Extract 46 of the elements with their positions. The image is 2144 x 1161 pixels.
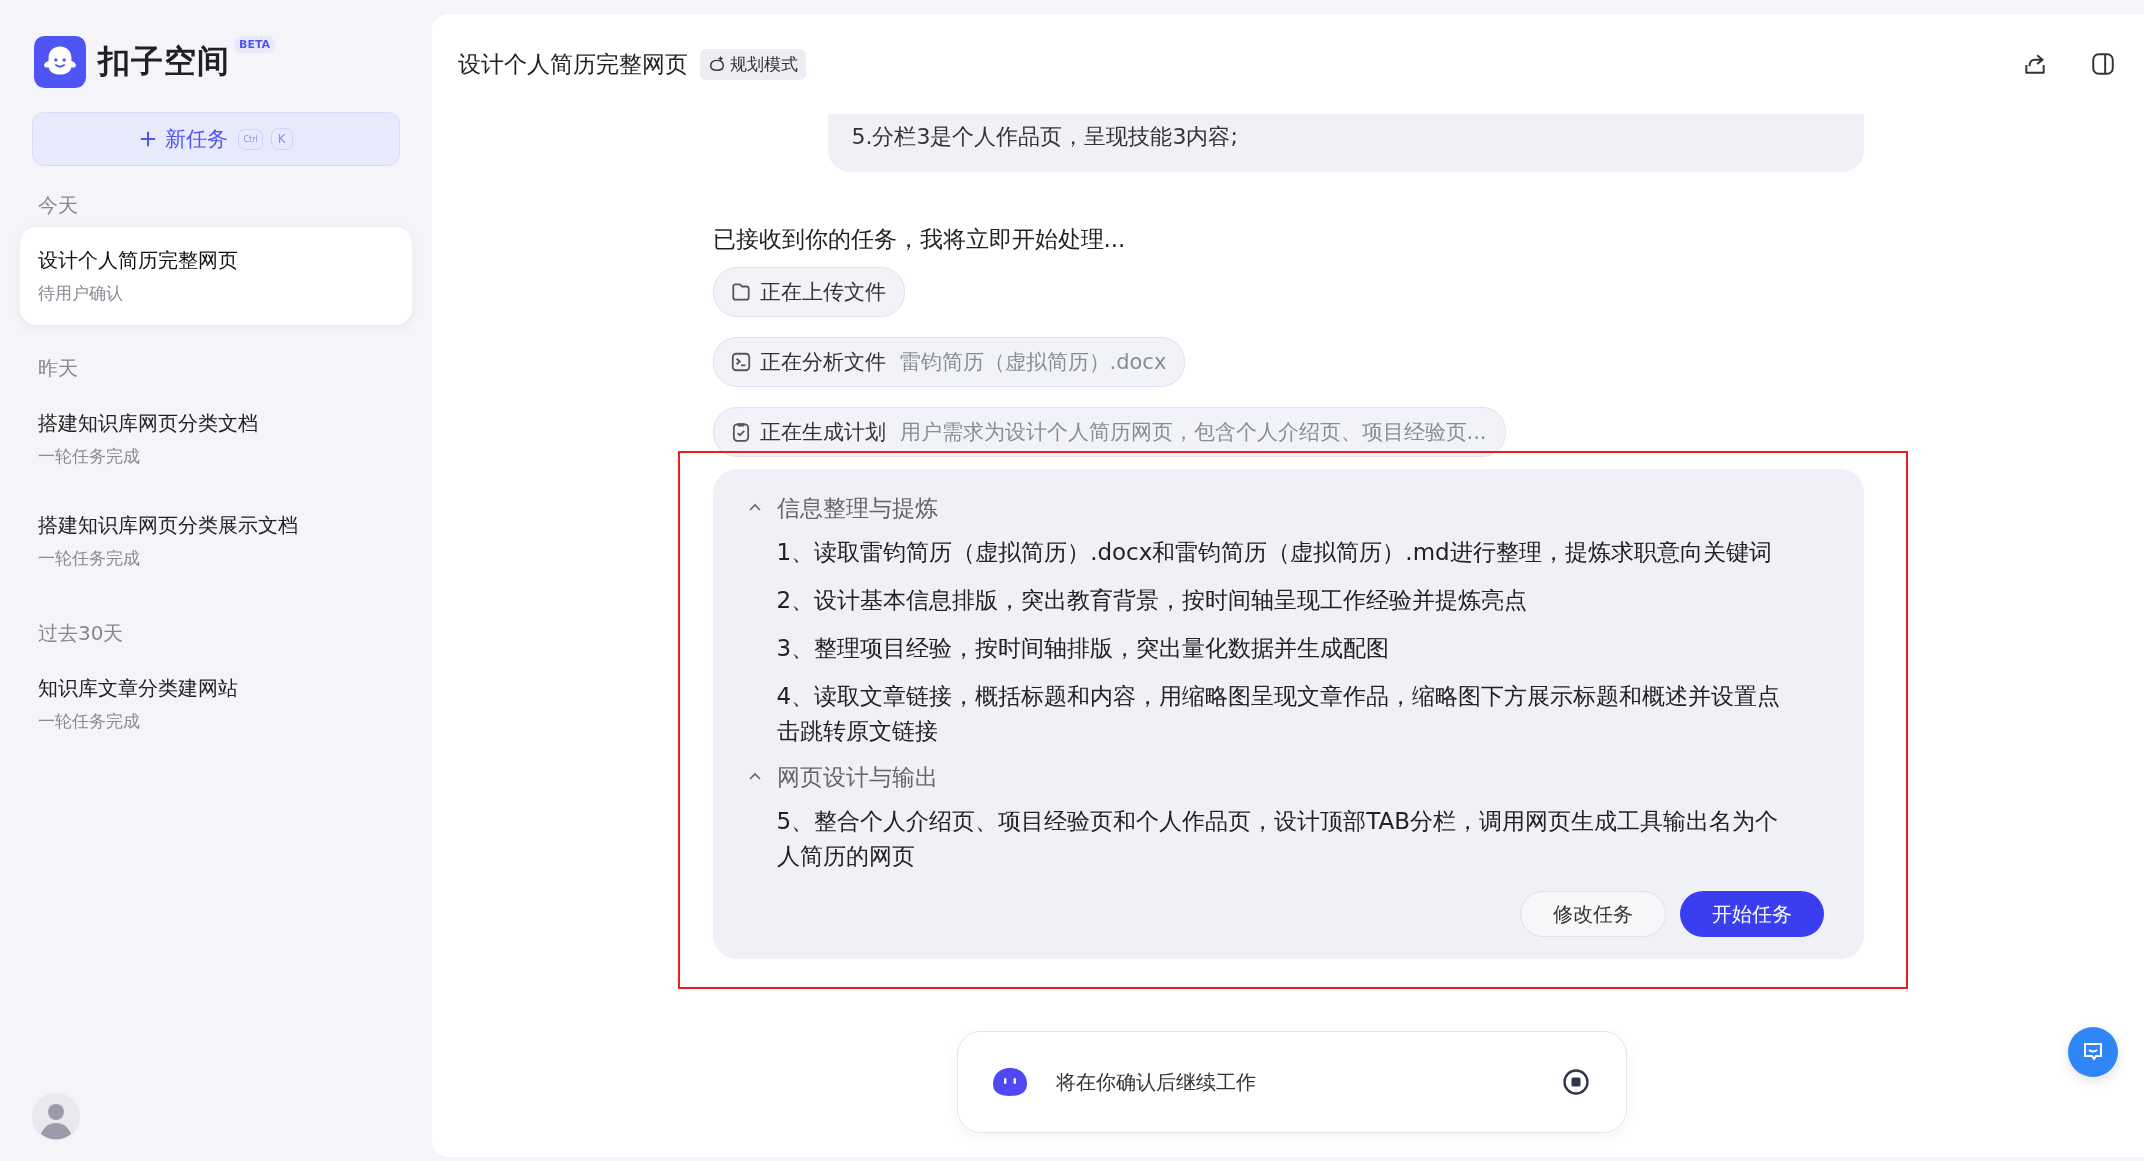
- section-toggle[interactable]: 网页设计与输出: [746, 756, 1824, 798]
- chat-button[interactable]: [2068, 1027, 2118, 1077]
- shortcut-key: Ctrl: [238, 128, 263, 150]
- step-chip[interactable]: 正在分析文件 雷钧简历（虚拟简历）.docx: [712, 337, 1186, 387]
- edit-task-button[interactable]: 修改任务: [1519, 891, 1666, 937]
- section-toggle[interactable]: 信息整理与提炼: [746, 487, 1824, 529]
- side-panel-icon[interactable]: [2090, 51, 2116, 77]
- plan-step: 3、整理项目经验，按时间轴排版，突出量化数据并生成配图: [776, 631, 1787, 666]
- sparkle-icon: [708, 55, 726, 73]
- plus-icon: [139, 130, 158, 148]
- task-title: 设计个人简历完整网页: [38, 247, 239, 274]
- mode-badge: 规划模式: [700, 48, 806, 80]
- app-name: 扣子空间: [98, 41, 230, 82]
- plan-step: 1、读取雷钧简历（虚拟简历）.docx和雷钧简历（虚拟简历）.md进行整理，提炼求职意向关键词: [776, 535, 1787, 570]
- shortcut-key: K: [270, 128, 293, 150]
- task-status: 一轮任务完成: [38, 445, 141, 468]
- beta-badge: BETA: [234, 36, 276, 53]
- group-label: 昨天: [37, 355, 79, 382]
- new-task-button[interactable]: 新任务 Ctrl K: [32, 112, 400, 166]
- bot-icon: [990, 1066, 1030, 1098]
- stop-icon[interactable]: [1562, 1068, 1590, 1096]
- reply-text: 已接收到你的任务，我将立即开始处理...: [712, 225, 1126, 254]
- status-text: 将在你确认后继续工作: [1056, 1068, 1257, 1096]
- task-item[interactable]: 搭建知识库网页分类展示文档 一轮任务完成: [20, 492, 412, 590]
- task-item[interactable]: 搭建知识库网页分类文档 一轮任务完成: [20, 390, 412, 488]
- plan-step: 5、整合个人介绍页、项目经验页和个人作品页，设计顶部TAB分栏，调用网页生成工具输出名为个人简历的网页: [776, 804, 1787, 874]
- task-item[interactable]: 设计个人简历完整网页 待用户确认: [20, 227, 412, 325]
- ghost-logo-icon: [34, 36, 86, 88]
- step-chip[interactable]: 正在生成计划 用户需求为设计个人简历网页，包含个人介绍页、项目经验页...: [712, 407, 1506, 457]
- task-title: 搭建知识库网页分类文档: [38, 410, 259, 437]
- terminal-icon: [729, 351, 752, 373]
- task-status: 一轮任务完成: [38, 547, 141, 570]
- task-title-heading: 设计个人简历完整网页: [458, 49, 688, 79]
- folder-icon: [729, 281, 752, 303]
- step-chip[interactable]: 正在上传文件: [712, 267, 905, 317]
- start-task-button[interactable]: 开始任务: [1679, 891, 1824, 937]
- user-message: 5.分栏3是个人作品页，呈现技能3内容;: [827, 114, 1864, 172]
- task-title: 知识库文章分类建网站: [38, 675, 239, 702]
- task-status: 待用户确认: [38, 282, 124, 305]
- plan-step: 4、读取文章链接，概括标题和内容，用缩略图呈现文章作品，缩略图下方展示标题和概述并设置点击跳转原文链接: [776, 679, 1787, 749]
- plan-step: 2、设计基本信息排版，突出教育背景，按时间轴呈现工作经验并提炼亮点: [776, 583, 1787, 618]
- group-label: 过去30天: [37, 620, 125, 647]
- task-status: 一轮任务完成: [38, 710, 141, 733]
- task-item[interactable]: 知识库文章分类建网站 一轮任务完成: [20, 655, 412, 753]
- task-title: 搭建知识库网页分类展示文档: [38, 512, 299, 539]
- group-label: 今天: [37, 192, 79, 219]
